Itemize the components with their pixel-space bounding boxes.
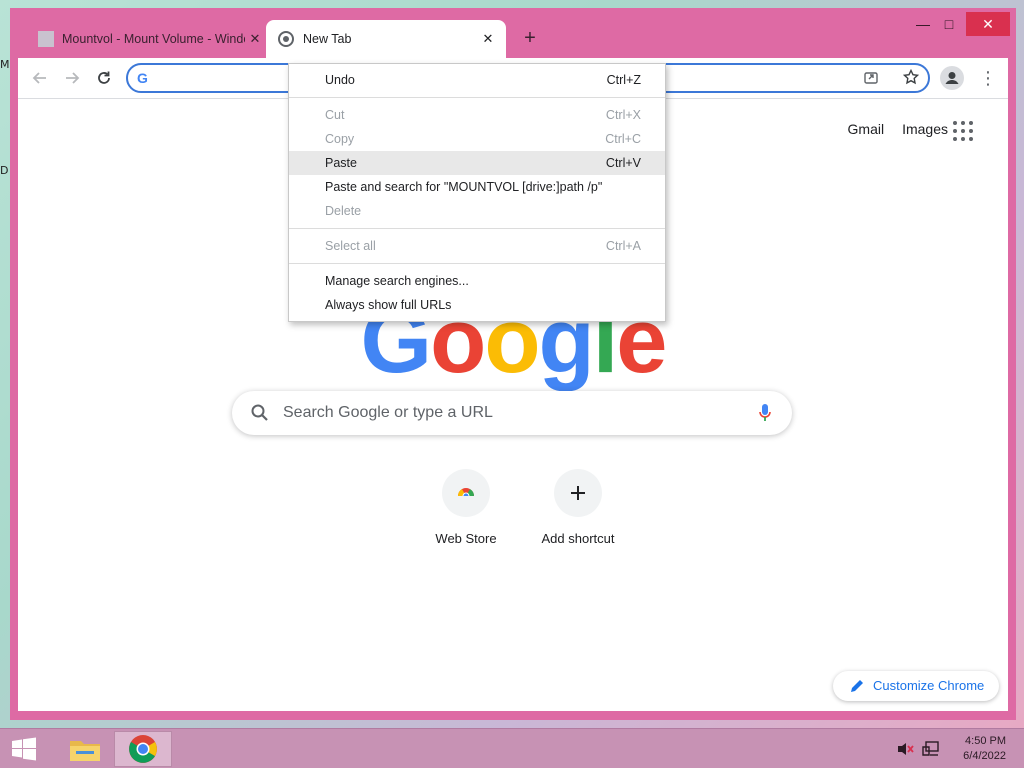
- back-button[interactable]: [28, 66, 52, 90]
- shortcut-tile: [442, 469, 490, 517]
- tab-mountvol[interactable]: Mountvol - Mount Volume - Windows CMD ✕: [28, 20, 273, 58]
- taskbar: 4:50 PM 6/4/2022: [0, 728, 1024, 768]
- shortcut-add[interactable]: Add shortcut: [523, 469, 633, 546]
- speaker-muted-icon[interactable]: [896, 741, 914, 757]
- shortcut-web-store[interactable]: Web Store: [411, 469, 521, 546]
- windows-start-icon[interactable]: [10, 737, 38, 761]
- menu-item-delete[interactable]: Delete: [289, 199, 665, 223]
- menu-item-label: Copy: [325, 132, 355, 146]
- forward-button[interactable]: [60, 66, 84, 90]
- chrome-icon: [129, 735, 157, 763]
- menu-item-shortcut: Ctrl+Z: [606, 73, 641, 87]
- reload-button[interactable]: [92, 66, 116, 90]
- menu-separator: [289, 228, 665, 229]
- page-favicon-icon: [38, 31, 54, 47]
- network-icon[interactable]: [922, 741, 940, 757]
- clock-time: 4:50 PM: [965, 735, 1006, 747]
- context-menu: Undo Ctrl+Z Cut Ctrl+X Copy Ctrl+C Paste…: [288, 63, 666, 322]
- menu-separator: [289, 97, 665, 98]
- reload-icon: [98, 71, 110, 84]
- chrome-web-store-icon: [457, 488, 475, 501]
- new-tab-button[interactable]: +: [516, 24, 544, 52]
- maximize-button[interactable]: □: [934, 12, 964, 36]
- shortcut-label: Add shortcut: [541, 531, 615, 546]
- folder-icon: [70, 741, 100, 761]
- tab-close-icon[interactable]: ✕: [245, 31, 265, 47]
- menu-separator: [289, 263, 665, 264]
- google-apps-icon[interactable]: [953, 121, 973, 141]
- menu-item-label: Delete: [325, 204, 362, 218]
- images-link[interactable]: Images: [902, 121, 948, 137]
- tab-new-tab[interactable]: New Tab ✕: [266, 20, 506, 58]
- menu-item-always-show-full-urls[interactable]: Always show full URLs: [289, 293, 665, 317]
- menu-item-label: Paste and search for "MOUNTVOL [drive:]p…: [325, 180, 603, 194]
- profile-avatar-icon[interactable]: [940, 66, 964, 90]
- menu-item-shortcut: Ctrl+X: [605, 108, 641, 122]
- tab-close-icon[interactable]: ✕: [478, 31, 498, 47]
- taskbar-file-explorer[interactable]: [56, 731, 114, 767]
- customize-chrome-label: Customize Chrome: [873, 678, 985, 693]
- shortcut-tile: [554, 469, 602, 517]
- menu-item-shortcut: Ctrl+C: [605, 132, 641, 146]
- chrome-favicon-icon: [278, 31, 294, 47]
- pencil-icon: [851, 680, 863, 692]
- desktop-icon-label-fragment[interactable]: M: [0, 58, 10, 71]
- menu-item-label: Select all: [325, 239, 376, 253]
- desktop-icon-label-fragment[interactable]: D: [0, 164, 8, 177]
- system-clock[interactable]: 4:50 PM 6/4/2022: [963, 734, 1006, 764]
- gmail-link[interactable]: Gmail: [848, 121, 885, 137]
- menu-item-shortcut: Ctrl+A: [605, 239, 641, 253]
- menu-item-label: Paste: [325, 156, 357, 170]
- menu-item-label: Manage search engines...: [325, 274, 469, 288]
- menu-item-shortcut: Ctrl+V: [605, 156, 641, 170]
- menu-item-paste[interactable]: Paste Ctrl+V: [289, 151, 665, 175]
- menu-item-paste-and-search[interactable]: Paste and search for "MOUNTVOL [drive:]p…: [289, 175, 665, 199]
- more-menu-icon[interactable]: ⋮: [978, 66, 998, 90]
- menu-item-copy[interactable]: Copy Ctrl+C: [289, 127, 665, 151]
- menu-item-label: Undo: [325, 73, 355, 87]
- close-window-button[interactable]: ✕: [966, 12, 1010, 36]
- top-links: Gmail Images: [848, 121, 948, 137]
- google-g-icon: G: [137, 70, 148, 86]
- tab-title: Mountvol - Mount Volume - Windows CMD: [62, 32, 245, 46]
- arrow-left-icon: [32, 72, 46, 84]
- customize-chrome-button[interactable]: Customize Chrome: [833, 671, 999, 701]
- bookmark-star-icon[interactable]: [902, 68, 920, 87]
- arrow-right-icon: [66, 72, 80, 84]
- search-box[interactable]: Search Google or type a URL: [232, 391, 792, 435]
- menu-item-cut[interactable]: Cut Ctrl+X: [289, 103, 665, 127]
- search-icon: [251, 404, 268, 421]
- tab-title: New Tab: [303, 32, 352, 46]
- menu-item-label: Always show full URLs: [325, 298, 452, 312]
- share-icon[interactable]: [862, 69, 880, 87]
- menu-item-label: Cut: [325, 108, 345, 122]
- microphone-icon[interactable]: [758, 403, 772, 423]
- plus-icon: [571, 486, 585, 500]
- search-placeholder: Search Google or type a URL: [283, 404, 493, 421]
- clock-date: 6/4/2022: [963, 750, 1006, 762]
- menu-item-undo[interactable]: Undo Ctrl+Z: [289, 68, 665, 92]
- menu-item-manage-search-engines[interactable]: Manage search engines...: [289, 269, 665, 293]
- menu-item-select-all[interactable]: Select all Ctrl+A: [289, 234, 665, 258]
- shortcut-label: Web Store: [435, 531, 497, 546]
- taskbar-chrome[interactable]: [114, 731, 172, 767]
